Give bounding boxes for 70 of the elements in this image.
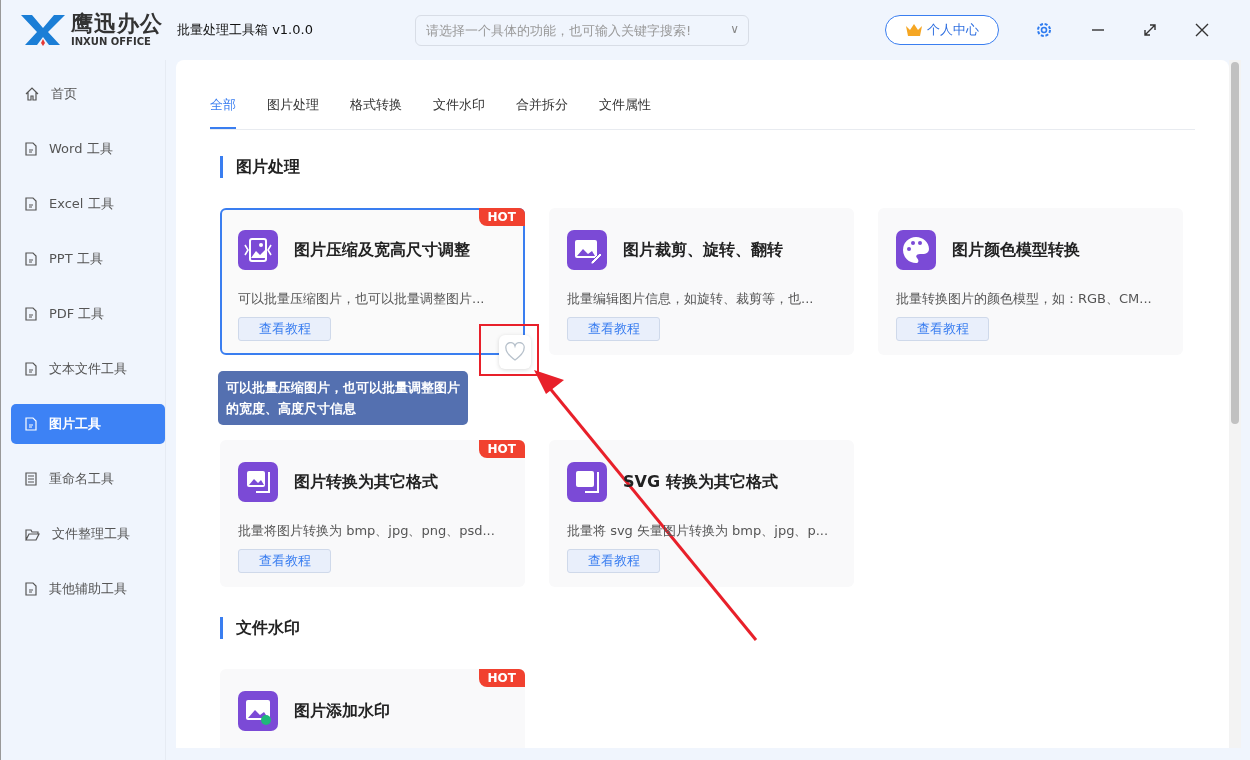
image-icon xyxy=(238,462,278,502)
tutorial-button[interactable]: 查看教程 xyxy=(238,549,331,573)
folder-icon xyxy=(25,527,40,541)
category-tab[interactable]: 图片处理 xyxy=(267,96,319,129)
user-center-button[interactable]: 个人中心 xyxy=(885,15,999,45)
tool-card[interactable]: 图片裁剪、旋转、翻转 批量编辑图片信息，如旋转、裁剪等，也... 查看教程 xyxy=(549,208,854,355)
category-tab[interactable]: 合并拆分 xyxy=(516,96,568,129)
maximize-icon[interactable] xyxy=(1143,23,1157,37)
tooltip: 可以批量压缩图片，也可以批量调整图片的宽度、高度尺寸信息 xyxy=(218,371,468,425)
section-title: 文件水印 xyxy=(220,617,1195,639)
tool-card[interactable]: HOT 图片添加水印 xyxy=(220,669,525,748)
card-title: 图片裁剪、旋转、翻转 xyxy=(623,239,783,261)
brand-name: 鹰迅办公 xyxy=(71,13,163,35)
scrollbar[interactable] xyxy=(1229,60,1241,748)
hot-badge: HOT xyxy=(478,669,525,687)
sidebar-item[interactable]: 其他辅助工具 xyxy=(11,569,165,609)
sidebar-item[interactable]: 文本文件工具 xyxy=(11,349,165,389)
category-tab[interactable]: 文件属性 xyxy=(599,96,651,129)
tool-card[interactable]: 图片颜色模型转换 批量转换图片的颜色模型，如：RGB、CM... 查看教程 xyxy=(878,208,1183,355)
highlight-box xyxy=(479,324,539,376)
tutorial-button[interactable]: 查看教程 xyxy=(567,549,660,573)
sidebar-item[interactable]: PDF 工具 xyxy=(11,294,165,334)
hot-badge: HOT xyxy=(478,440,525,458)
sidebar-item[interactable]: PPT 工具 xyxy=(11,239,165,279)
tutorial-button[interactable]: 查看教程 xyxy=(896,317,989,341)
document-icon xyxy=(25,197,37,211)
hot-badge: HOT xyxy=(478,208,525,226)
card-description: 批量转换图片的颜色模型，如：RGB、CM... xyxy=(896,290,1153,308)
card-description: 批量编辑图片信息，如旋转、裁剪等，也... xyxy=(567,290,815,308)
close-icon[interactable] xyxy=(1195,23,1209,37)
image-icon xyxy=(238,230,278,270)
tool-card[interactable]: HOT 图片压缩及宽高尺寸调整 可以批量压缩图片，也可以批量调整图片... 查看教程 xyxy=(220,208,525,355)
sidebar-item[interactable]: Word 工具 xyxy=(11,129,165,169)
card-title: 图片压缩及宽高尺寸调整 xyxy=(294,239,470,261)
sidebar-item[interactable]: 重命名工具 xyxy=(11,459,165,499)
sidebar-item[interactable]: 图片工具 xyxy=(11,404,165,444)
palette-icon xyxy=(896,230,936,270)
card-title: 图片颜色模型转换 xyxy=(952,239,1080,261)
image-icon xyxy=(238,691,278,731)
document-icon xyxy=(25,362,37,376)
brand-subtitle: INXUN OFFICE xyxy=(71,37,152,47)
home-icon xyxy=(25,87,39,101)
image-icon xyxy=(567,230,607,270)
category-tab[interactable]: 格式转换 xyxy=(350,96,402,129)
app-title: 批量处理工具箱 v1.0.0 xyxy=(177,21,314,39)
category-tab[interactable]: 文件水印 xyxy=(433,96,485,129)
crown-icon xyxy=(905,23,923,37)
section-title: 图片处理 xyxy=(220,156,1195,178)
card-title: 图片添加水印 xyxy=(294,700,390,722)
sidebar-item[interactable]: 首页 xyxy=(11,74,165,114)
card-description: 批量将图片转换为 bmp、jpg、png、psd... xyxy=(238,522,496,540)
card-title: 图片转换为其它格式 xyxy=(294,471,438,493)
sidebar-item[interactable]: Excel 工具 xyxy=(11,184,165,224)
logo-icon xyxy=(19,13,67,47)
card-description: 可以批量压缩图片，也可以批量调整图片... xyxy=(238,290,486,308)
tool-card[interactable]: HOT 图片转换为其它格式 批量将图片转换为 bmp、jpg、png、psd... 查看教程 xyxy=(220,440,525,587)
list-icon xyxy=(25,472,37,486)
document-icon xyxy=(25,307,37,321)
tutorial-button[interactable]: 查看教程 xyxy=(567,317,660,341)
image-icon xyxy=(567,462,607,502)
document-icon xyxy=(25,252,37,266)
document-icon xyxy=(25,142,37,156)
tutorial-button[interactable]: 查看教程 xyxy=(238,317,331,341)
document-icon xyxy=(25,582,37,596)
document-icon xyxy=(25,417,37,431)
category-tab[interactable]: 全部 xyxy=(210,96,236,129)
sidebar-item[interactable]: 文件整理工具 xyxy=(11,514,165,554)
heart-icon xyxy=(504,342,526,362)
caret-icon: ∨ xyxy=(730,21,739,36)
settings-icon[interactable] xyxy=(1035,21,1053,39)
